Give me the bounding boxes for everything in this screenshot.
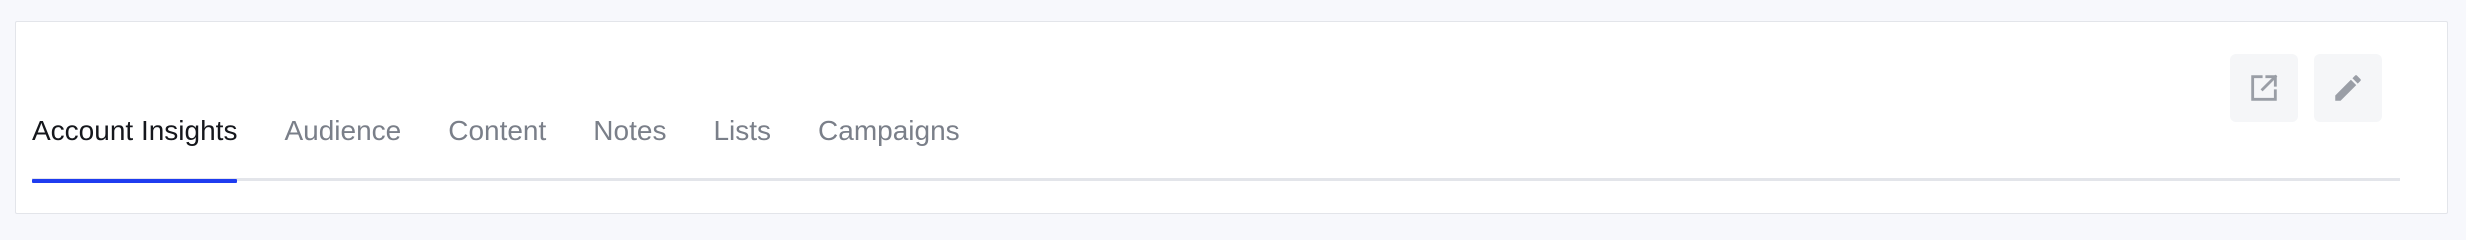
tab-bar: Account Insights Audience Content Notes …: [32, 90, 1007, 183]
external-link-icon: [2247, 71, 2281, 105]
tab-lists[interactable]: Lists: [713, 90, 771, 183]
tab-audience[interactable]: Audience: [284, 90, 401, 183]
tab-notes[interactable]: Notes: [593, 90, 666, 183]
edit-button[interactable]: [2314, 54, 2382, 122]
tab-account-insights[interactable]: Account Insights: [32, 90, 238, 183]
tab-campaigns[interactable]: Campaigns: [818, 90, 960, 183]
tab-content[interactable]: Content: [448, 90, 546, 183]
pencil-icon: [2331, 71, 2365, 105]
open-external-button[interactable]: [2230, 54, 2298, 122]
